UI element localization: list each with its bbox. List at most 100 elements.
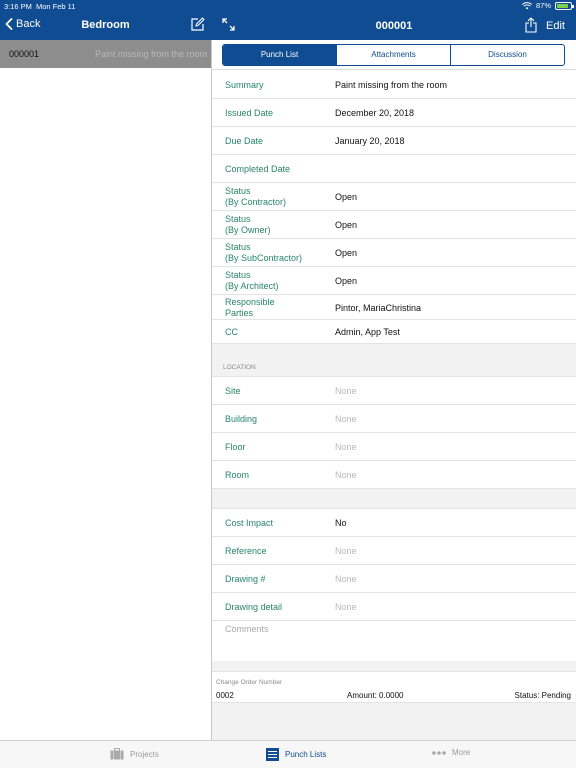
drawing-detail-value: None bbox=[335, 602, 357, 612]
section-spacer bbox=[212, 489, 576, 509]
reference-value: None bbox=[335, 546, 357, 556]
status-architect-row[interactable]: Status (By Architect) Open bbox=[212, 267, 576, 295]
drawing-number-row[interactable]: Drawing # None bbox=[212, 565, 576, 593]
status-architect-label: Status (By Architect) bbox=[225, 270, 279, 291]
tab-more-label: More bbox=[452, 748, 471, 757]
site-row[interactable]: Site None bbox=[212, 377, 576, 405]
room-value: None bbox=[335, 470, 357, 480]
status-right: 87% bbox=[521, 1, 574, 10]
floor-row[interactable]: Floor None bbox=[212, 433, 576, 461]
site-value: None bbox=[335, 386, 357, 396]
share-icon[interactable] bbox=[525, 17, 537, 33]
due-date-value: January 20, 2018 bbox=[335, 136, 405, 146]
floor-value: None bbox=[335, 442, 357, 452]
change-order-number: 0002 bbox=[216, 691, 234, 700]
responsible-parties-row[interactable]: Responsible Parties Pintor, MariaChristi… bbox=[212, 295, 576, 320]
status-label-line2: (By Architect) bbox=[225, 280, 279, 291]
status-label-line1: Status bbox=[225, 214, 251, 224]
responsible-parties-label: Responsible Parties bbox=[225, 297, 275, 318]
change-order-label: Change Order Number bbox=[216, 679, 283, 686]
battery-icon bbox=[555, 1, 574, 10]
issued-date-value: December 20, 2018 bbox=[335, 108, 415, 118]
master-title: Bedroom bbox=[81, 19, 130, 31]
status-label-line2: (By Owner) bbox=[225, 224, 271, 235]
completed-date-row[interactable]: Completed Date bbox=[212, 155, 576, 183]
status-label-line1: Status bbox=[225, 242, 251, 252]
status-contractor-value: Open bbox=[335, 192, 358, 202]
cc-row[interactable]: CC Admin, App Test bbox=[212, 320, 576, 344]
building-value: None bbox=[335, 414, 357, 424]
room-row[interactable]: Room None bbox=[212, 461, 576, 489]
site-label: Site bbox=[225, 386, 241, 396]
change-order-amount: Amount: 0.0000 bbox=[347, 691, 404, 700]
cost-impact-row[interactable]: Cost Impact No bbox=[212, 509, 576, 537]
punch-list-icon bbox=[266, 748, 279, 761]
reference-row[interactable]: Reference None bbox=[212, 537, 576, 565]
cc-value: Admin, App Test bbox=[335, 327, 400, 337]
detail-pane: Punch List Attachments Discussion Summar… bbox=[212, 40, 576, 740]
list-item-number: 000001 bbox=[9, 49, 40, 59]
tab-bar: Projects Punch Lists More bbox=[0, 740, 576, 768]
change-order-status: Status: Pending bbox=[514, 691, 571, 700]
building-label: Building bbox=[225, 414, 258, 424]
detail-nav-bar: 000001 Edit bbox=[212, 12, 576, 40]
summary-row[interactable]: Summary Paint missing from the room bbox=[212, 70, 576, 99]
list-item-summary: Paint missing from the room bbox=[94, 49, 207, 59]
status-date: Mon Feb 11 bbox=[36, 2, 76, 11]
drawing-number-label: Drawing # bbox=[225, 574, 266, 584]
status-contractor-row[interactable]: Status (By Contractor) Open bbox=[212, 183, 576, 211]
tab-punch-lists-label: Punch Lists bbox=[285, 750, 327, 759]
status-subcontractor-value: Open bbox=[335, 248, 358, 258]
tab-punch-lists[interactable]: Punch Lists bbox=[266, 748, 326, 761]
responsible-label-line2: Parties bbox=[225, 307, 254, 318]
due-date-row[interactable]: Due Date January 20, 2018 bbox=[212, 127, 576, 155]
drawing-detail-label: Drawing detail bbox=[225, 602, 283, 612]
briefcase-icon bbox=[110, 748, 124, 760]
status-label-line1: Status bbox=[225, 186, 251, 196]
issued-date-label: Issued Date bbox=[225, 108, 274, 118]
status-owner-row[interactable]: Status (By Owner) Open bbox=[212, 211, 576, 239]
master-nav-bar: Back Bedroom bbox=[0, 12, 211, 40]
tab-discussion[interactable]: Discussion bbox=[451, 45, 564, 65]
comments-field[interactable]: Comments bbox=[212, 621, 576, 661]
segmented-control: Punch List Attachments Discussion bbox=[222, 44, 565, 66]
building-row[interactable]: Building None bbox=[212, 405, 576, 433]
more-dots-icon bbox=[432, 750, 446, 755]
location-section-header: LOCATION bbox=[212, 344, 576, 377]
cost-impact-label: Cost Impact bbox=[225, 518, 274, 528]
top-bar: 3:16 PM Mon Feb 11 87% Back Bedroom 0000… bbox=[0, 0, 576, 40]
punch-list-pane: 000001 Paint missing from the room bbox=[0, 40, 211, 740]
status-time: 3:16 PM bbox=[4, 2, 32, 11]
status-owner-value: Open bbox=[335, 220, 358, 230]
status-subcontractor-row[interactable]: Status (By SubContractor) Open bbox=[212, 239, 576, 267]
section-spacer-2 bbox=[212, 661, 576, 671]
responsible-label-line1: Responsible bbox=[225, 297, 275, 307]
segment-bar: Punch List Attachments Discussion bbox=[212, 40, 576, 70]
battery-percent: 87% bbox=[535, 1, 551, 10]
summary-label: Summary bbox=[225, 80, 264, 90]
edit-button[interactable]: Edit bbox=[546, 20, 565, 32]
change-order-row[interactable]: Change Order Number 0002 Amount: 0.0000 … bbox=[212, 671, 576, 703]
status-contractor-label: Status (By Contractor) bbox=[225, 186, 286, 207]
status-owner-label: Status (By Owner) bbox=[225, 214, 271, 235]
responsible-parties-value: Pintor, MariaChristina bbox=[335, 303, 422, 313]
cc-label: CC bbox=[225, 327, 238, 337]
compose-icon[interactable] bbox=[190, 17, 205, 32]
issued-date-row[interactable]: Issued Date December 20, 2018 bbox=[212, 99, 576, 127]
drawing-number-value: None bbox=[335, 574, 357, 584]
room-label: Room bbox=[225, 470, 250, 480]
tab-projects[interactable]: Projects bbox=[110, 748, 159, 760]
reference-label: Reference bbox=[225, 546, 267, 556]
location-header: LOCATION bbox=[223, 364, 256, 371]
comments-placeholder: Comments bbox=[225, 624, 269, 634]
cost-impact-value: No bbox=[335, 518, 347, 528]
wifi-icon bbox=[521, 1, 532, 9]
tab-attachments[interactable]: Attachments bbox=[337, 45, 451, 65]
status-label-line1: Status bbox=[225, 270, 251, 280]
detail-title: 000001 bbox=[375, 20, 413, 32]
drawing-detail-row[interactable]: Drawing detail None bbox=[212, 593, 576, 621]
status-label-line2: (By Contractor) bbox=[225, 196, 287, 207]
tab-punch-list[interactable]: Punch List bbox=[223, 45, 337, 65]
tab-more[interactable]: More bbox=[432, 748, 470, 757]
list-item[interactable]: 000001 Paint missing from the room bbox=[0, 40, 211, 68]
